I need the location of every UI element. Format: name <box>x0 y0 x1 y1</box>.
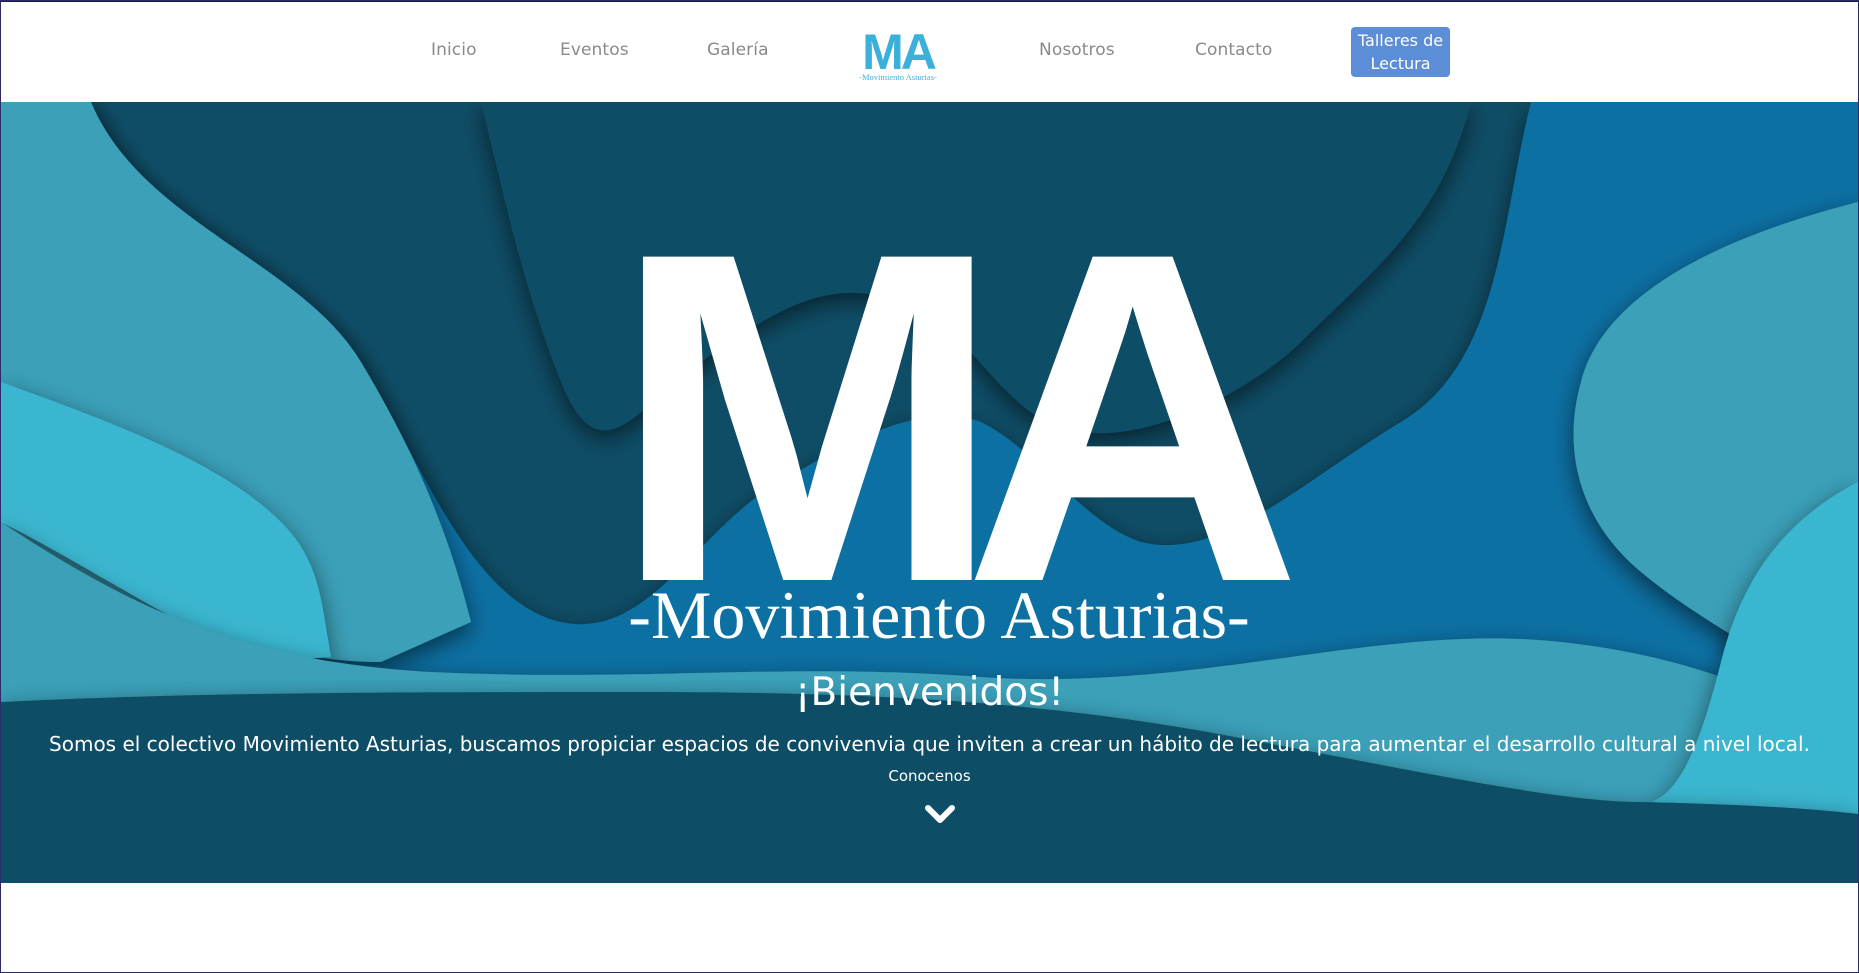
cta-line-2: Lectura <box>1370 54 1431 73</box>
cta-line-1: Talleres de <box>1357 31 1444 50</box>
hero-logo: MA -Movimiento Asturias- <box>612 200 1321 680</box>
talleres-de-lectura-button[interactable]: Talleres de Lectura <box>1351 27 1450 77</box>
chevron-down-icon[interactable] <box>924 802 956 826</box>
hero-tagline: Somos el colectivo Movimiento Asturias, … <box>49 732 1810 756</box>
welcome-heading: ¡Bienvenidos! <box>794 670 1065 715</box>
conocenos-link[interactable]: Conocenos <box>1 767 1858 785</box>
brand-logo[interactable]: MA -Movimiento Asturias- <box>847 26 949 84</box>
nav-link-galeria[interactable]: Galería <box>707 40 769 60</box>
nav-link-contacto[interactable]: Contacto <box>1195 40 1272 60</box>
top-navbar: Inicio Eventos Galería MA -Movimiento As… <box>1 1 1858 103</box>
nav-link-nosotros[interactable]: Nosotros <box>1039 40 1115 60</box>
nav-link-eventos[interactable]: Eventos <box>560 40 629 60</box>
hero-logo-subtitle: -Movimiento Asturias- <box>628 577 1249 653</box>
hero-banner: MA -Movimiento Asturias- ¡Bienvenidos! S… <box>1 102 1858 883</box>
nav-link-inicio[interactable]: Inicio <box>431 40 477 60</box>
brand-logo-subtitle: -Movimiento Asturias- <box>859 72 937 82</box>
